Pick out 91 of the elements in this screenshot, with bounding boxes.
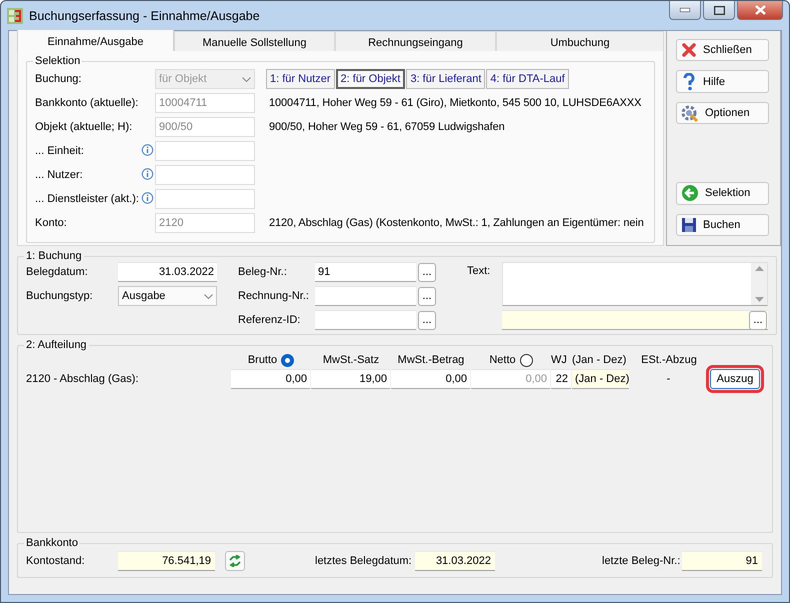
group-title: Selektion bbox=[34, 55, 82, 67]
field-label: Text: bbox=[467, 264, 492, 277]
column-header: MwSt.-Betrag bbox=[398, 354, 464, 366]
input-field[interactable]: 91 bbox=[315, 262, 416, 282]
chevron-down-icon bbox=[204, 294, 213, 298]
input-field[interactable]: (Jan - Dez) bbox=[572, 369, 629, 389]
field-label: letzte Beleg-Nr.: bbox=[602, 555, 682, 567]
field-label: Objekt (aktuelle; H): bbox=[35, 121, 134, 133]
minimize-icon bbox=[680, 8, 690, 12]
info-icon[interactable] bbox=[141, 168, 154, 180]
group-title: 2: Aufteilung bbox=[25, 339, 88, 351]
scroll-down-icon[interactable] bbox=[754, 297, 764, 302]
tab[interactable]: Einnahme/Ausgabe bbox=[17, 29, 174, 51]
input-field: 76.541,19 bbox=[118, 551, 215, 571]
field-label: Buchung: bbox=[35, 73, 82, 85]
info-text: 900/50, Hoher Weg 59 - 61, 67059 Ludwigshafen bbox=[269, 121, 505, 133]
app-logo-icon bbox=[7, 8, 23, 24]
field-label: Rechnung-Nr.: bbox=[238, 290, 310, 302]
input-field: 31.03.2022 bbox=[415, 551, 495, 571]
close-button[interactable] bbox=[737, 1, 783, 20]
buchungstyp-dropdown[interactable]: Ausgabe bbox=[118, 286, 217, 306]
side-button[interactable]: Schließen bbox=[676, 39, 769, 62]
browse-button[interactable]: ... bbox=[749, 310, 767, 330]
input-field[interactable]: 19,00 bbox=[311, 369, 390, 389]
row-label: 2120 - Abschlag (Gas): bbox=[26, 373, 140, 385]
question-mark-icon bbox=[681, 72, 697, 91]
column-header: ESt.-Abzug bbox=[641, 354, 697, 366]
input-field[interactable]: 10004711 bbox=[155, 93, 255, 113]
column-header: (Jan - Dez) bbox=[572, 354, 626, 366]
field-label: Referenz-ID: bbox=[238, 314, 302, 326]
gear-icon bbox=[681, 104, 699, 122]
group-title: 1: Buchung bbox=[25, 250, 83, 262]
browse-button[interactable]: ... bbox=[418, 310, 436, 330]
input-field[interactable]: 0,00 bbox=[391, 369, 470, 389]
field-label: ... Einheit: bbox=[35, 145, 85, 157]
refresh-button[interactable] bbox=[225, 551, 245, 571]
column-header: Netto bbox=[489, 354, 516, 366]
mode-button[interactable]: 4: für DTA-Lauf bbox=[486, 69, 569, 89]
field-label: Konto: bbox=[35, 217, 68, 229]
refresh-icon bbox=[229, 555, 241, 567]
column-header: WJ bbox=[551, 354, 567, 366]
column-header: MwSt.-Satz bbox=[322, 354, 380, 366]
input-field[interactable] bbox=[315, 286, 416, 306]
info-text: 10004711, Hoher Weg 59 - 61 (Giro), Mietkonto, 545 500 10, LUHSDE6AXXX bbox=[269, 97, 642, 109]
input-field: 91 bbox=[682, 551, 762, 571]
field-label: ... Nutzer: bbox=[35, 169, 84, 181]
group-title: Bankkonto bbox=[25, 537, 79, 549]
minimize-button[interactable] bbox=[669, 1, 701, 20]
scroll-up-icon[interactable] bbox=[754, 266, 764, 271]
tab[interactable]: Manuelle Sollstellung bbox=[174, 31, 335, 51]
browse-button[interactable]: ... bbox=[418, 262, 436, 282]
info-icon[interactable] bbox=[141, 144, 154, 156]
text-area[interactable] bbox=[502, 262, 768, 306]
input-field[interactable]: ... bbox=[502, 310, 768, 330]
radio-button[interactable] bbox=[520, 354, 533, 366]
close-icon bbox=[681, 42, 697, 58]
date-field[interactable]: 31.03.2022 bbox=[118, 262, 217, 282]
input-field[interactable] bbox=[315, 310, 416, 330]
tab[interactable]: Rechnungseingang bbox=[335, 31, 496, 51]
input-field[interactable]: 900/50 bbox=[155, 117, 255, 137]
field-label: letztes Belegdatum: bbox=[315, 555, 413, 567]
side-button[interactable]: Hilfe bbox=[676, 70, 769, 93]
window-title: Buchungserfassung - Einnahme/Ausgabe bbox=[29, 8, 260, 22]
mode-button[interactable]: 1: für Nutzer bbox=[266, 69, 335, 89]
field-label: Belegdatum: bbox=[26, 266, 89, 278]
input-field[interactable] bbox=[155, 141, 255, 161]
mode-button[interactable]: 3: für Lieferant bbox=[406, 69, 486, 89]
maximize-icon bbox=[714, 6, 724, 14]
info-icon[interactable] bbox=[141, 192, 154, 204]
side-button[interactable]: Optionen bbox=[676, 102, 769, 124]
field-label: ... Dienstleister (akt.): bbox=[35, 193, 140, 205]
field-label: Bankkonto (aktuelle): bbox=[35, 97, 140, 109]
close-icon bbox=[754, 5, 766, 15]
column-header: Brutto bbox=[248, 354, 278, 366]
input-field[interactable]: 2120 bbox=[155, 213, 255, 233]
input-field[interactable] bbox=[155, 189, 255, 209]
mode-button[interactable]: 2: für Objekt bbox=[336, 69, 406, 89]
info-text: 2120, Abschlag (Gas) (Kostenkonto, MwSt.: 1, Zahlungen an Eigentümer: nein bbox=[269, 217, 644, 229]
field-label: Buchungstyp: bbox=[26, 290, 94, 302]
input-field[interactable]: 22 bbox=[551, 369, 571, 389]
field-label: Beleg-Nr.: bbox=[238, 266, 288, 278]
tab[interactable]: Umbuchung bbox=[496, 31, 664, 51]
browse-button[interactable]: ... bbox=[418, 286, 436, 306]
chevron-down-icon bbox=[242, 76, 251, 82]
maximize-button[interactable] bbox=[703, 1, 735, 20]
side-button[interactable]: Selektion bbox=[676, 182, 769, 205]
field-label: Kontostand: bbox=[26, 555, 86, 567]
side-button[interactable]: Buchen bbox=[676, 214, 769, 236]
input-field[interactable] bbox=[155, 165, 255, 185]
input-field[interactable]: 0,00 bbox=[231, 369, 310, 389]
radio-button[interactable] bbox=[281, 354, 294, 366]
